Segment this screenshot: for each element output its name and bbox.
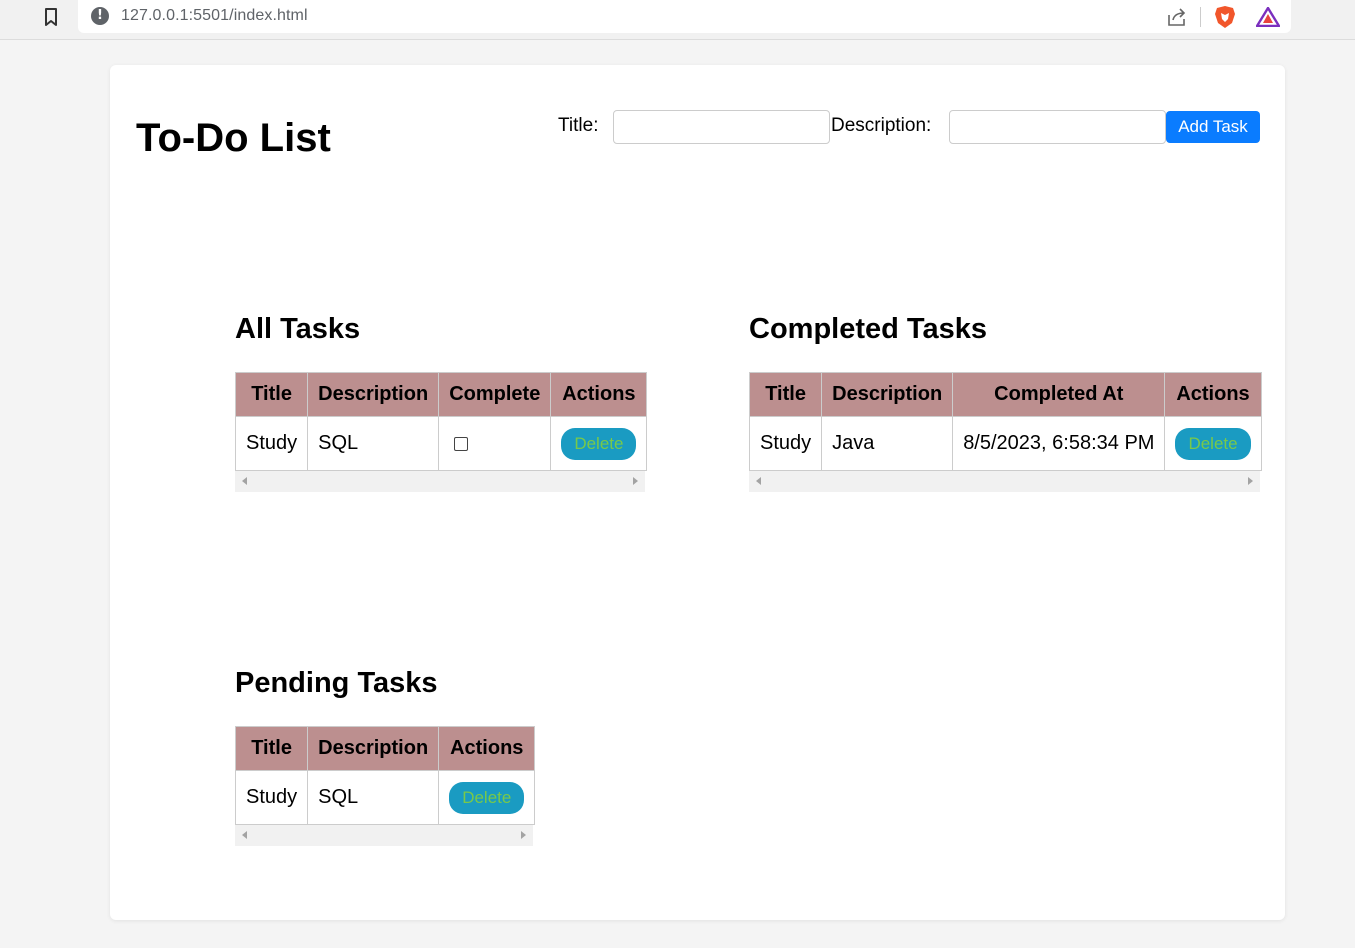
scroll-right-icon[interactable] <box>521 831 526 839</box>
address-bar[interactable]: ! 127.0.0.1:5501/index.html <box>78 0 1291 33</box>
add-task-button[interactable]: Add Task <box>1166 111 1260 143</box>
delete-button[interactable]: Delete <box>561 427 637 460</box>
scroll-right-icon[interactable] <box>1248 477 1253 485</box>
completed-tasks-table: Title Description Completed At Actions S… <box>748 372 1262 471</box>
column-header-description: Description <box>821 372 954 417</box>
task-description-cell: Java <box>821 416 954 471</box>
task-actions-cell: Delete <box>1164 416 1262 471</box>
column-header-actions: Actions <box>438 726 536 771</box>
browser-toolbar: ! 127.0.0.1:5501/index.html <box>0 0 1355 40</box>
completed-tasks-table-container: Title Description Completed At Actions S… <box>748 372 1262 492</box>
all-tasks-table: Title Description Complete Actions Study… <box>234 372 648 471</box>
column-header-description: Description <box>307 726 440 771</box>
pending-tasks-table: Title Description Actions Study SQL Dele… <box>234 726 536 825</box>
horizontal-scrollbar[interactable] <box>749 471 1260 492</box>
brave-rewards-icon[interactable] <box>1256 7 1280 27</box>
delete-button[interactable]: Delete <box>1175 427 1251 460</box>
column-header-actions: Actions <box>1164 372 1262 417</box>
description-input[interactable] <box>949 110 1166 144</box>
column-header-title: Title <box>234 726 309 771</box>
column-header-description: Description <box>307 372 440 417</box>
table-header-row: Title Description Completed At Actions <box>748 372 1262 417</box>
all-tasks-heading: All Tasks <box>235 313 361 345</box>
share-icon[interactable] <box>1166 6 1188 28</box>
brave-shields-icon[interactable] <box>1214 5 1236 29</box>
bookmark-icon[interactable] <box>42 7 60 27</box>
task-description-cell: SQL <box>307 770 440 825</box>
task-complete-cell <box>438 416 552 471</box>
page-title: To-Do List <box>136 116 331 160</box>
pending-tasks-table-container: Title Description Actions Study SQL Dele… <box>234 726 536 846</box>
completed-tasks-heading: Completed Tasks <box>749 313 987 345</box>
complete-checkbox[interactable] <box>454 436 469 451</box>
column-header-complete: Complete <box>438 372 552 417</box>
scroll-right-icon[interactable] <box>633 477 638 485</box>
scroll-left-icon[interactable] <box>756 477 761 485</box>
delete-button[interactable]: Delete <box>449 781 525 814</box>
table-row: Study Java 8/5/2023, 6:58:34 PM Delete <box>748 416 1262 471</box>
column-header-title: Title <box>748 372 823 417</box>
task-actions-cell: Delete <box>550 416 648 471</box>
scroll-left-icon[interactable] <box>242 831 247 839</box>
column-header-actions: Actions <box>550 372 648 417</box>
table-row: Study SQL Delete <box>234 770 536 825</box>
column-header-title: Title <box>234 372 309 417</box>
horizontal-scrollbar[interactable] <box>235 825 533 846</box>
table-header-row: Title Description Actions <box>234 726 536 771</box>
horizontal-scrollbar[interactable] <box>235 471 645 492</box>
task-title-cell: Study <box>234 770 309 825</box>
task-description-cell: SQL <box>307 416 440 471</box>
task-title-cell: Study <box>234 416 309 471</box>
title-label: Title: <box>558 115 599 136</box>
task-title-cell: Study <box>748 416 823 471</box>
task-completed-at-cell: 8/5/2023, 6:58:34 PM <box>952 416 1166 471</box>
task-actions-cell: Delete <box>438 770 536 825</box>
table-header-row: Title Description Complete Actions <box>234 372 648 417</box>
description-label: Description: <box>831 115 932 136</box>
table-row: Study SQL Delete <box>234 416 648 471</box>
scroll-left-icon[interactable] <box>242 477 247 485</box>
url-text[interactable]: 127.0.0.1:5501/index.html <box>121 7 308 25</box>
title-input[interactable] <box>613 110 830 144</box>
all-tasks-table-container: Title Description Complete Actions Study… <box>234 372 648 492</box>
site-info-icon[interactable]: ! <box>91 7 109 25</box>
pending-tasks-heading: Pending Tasks <box>235 667 438 699</box>
column-header-completed-at: Completed At <box>952 372 1166 417</box>
toolbar-divider <box>1200 7 1201 27</box>
